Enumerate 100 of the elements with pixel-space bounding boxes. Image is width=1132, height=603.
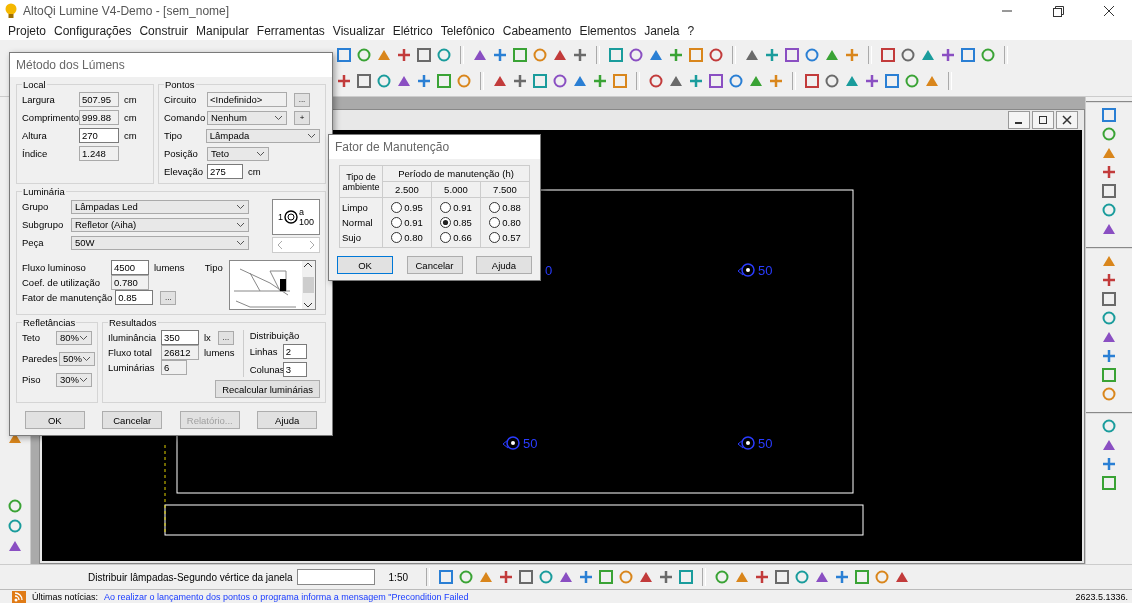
tool-icon[interactable] xyxy=(552,73,568,89)
tool-icon[interactable] xyxy=(900,47,916,63)
tool-icon[interactable] xyxy=(356,73,372,89)
tool-icon[interactable] xyxy=(884,73,900,89)
tool-icon[interactable] xyxy=(1101,418,1117,434)
tool-icon[interactable] xyxy=(728,73,744,89)
tool-icon[interactable] xyxy=(768,73,784,89)
text-field[interactable]: 275 xyxy=(207,164,243,179)
tool-icon[interactable] xyxy=(1101,386,1117,402)
tool-icon[interactable] xyxy=(940,47,956,63)
tool-icon[interactable] xyxy=(1101,202,1117,218)
rss-icon[interactable] xyxy=(12,590,26,603)
tool-icon[interactable] xyxy=(1101,126,1117,142)
minimize-icon[interactable] xyxy=(1008,111,1030,129)
tool-icon[interactable] xyxy=(436,73,452,89)
dialog-button[interactable]: Ajuda xyxy=(476,256,532,274)
tool-icon[interactable] xyxy=(714,569,731,585)
tool-icon[interactable] xyxy=(592,73,608,89)
command-input[interactable] xyxy=(296,569,375,585)
radio-option[interactable]: 0.95 xyxy=(385,200,429,215)
tool-icon[interactable] xyxy=(336,47,352,63)
menu-item[interactable]: Visualizar xyxy=(328,24,389,38)
tool-icon[interactable] xyxy=(688,73,704,89)
radio-button[interactable] xyxy=(489,217,501,228)
text-field[interactable]: 350 xyxy=(161,330,199,345)
dialog-button[interactable]: OK xyxy=(337,256,393,274)
tool-icon[interactable] xyxy=(784,47,800,63)
menu-item[interactable]: Projeto xyxy=(4,24,51,38)
maximize-icon[interactable] xyxy=(1032,111,1054,129)
menu-item[interactable]: Janela xyxy=(640,24,684,38)
tool-icon[interactable] xyxy=(874,569,891,585)
tool-icon[interactable] xyxy=(688,47,704,63)
tool-icon[interactable] xyxy=(708,73,724,89)
tool-icon[interactable] xyxy=(612,73,628,89)
tool-icon[interactable] xyxy=(628,47,644,63)
scrollbar[interactable] xyxy=(301,261,315,309)
tool-icon[interactable] xyxy=(1101,107,1117,123)
menu-item[interactable]: Elementos xyxy=(575,24,641,38)
dialog-button[interactable]: OK xyxy=(24,411,85,429)
text-field[interactable]: <Indefinido> xyxy=(207,92,287,107)
radio-option[interactable]: 0.57 xyxy=(483,230,527,245)
radio-button[interactable] xyxy=(489,232,501,243)
tool-icon[interactable] xyxy=(824,73,840,89)
tool-icon[interactable] xyxy=(336,73,352,89)
radio-button[interactable] xyxy=(489,202,501,213)
radio-button[interactable] xyxy=(440,232,452,243)
tool-icon[interactable] xyxy=(1101,164,1117,180)
menu-item[interactable]: Elétrico xyxy=(388,24,437,38)
menu-item[interactable]: Construir xyxy=(135,24,193,38)
add-button[interactable]: + xyxy=(294,110,310,125)
radio-option[interactable]: 0.85 xyxy=(434,215,478,230)
tool-icon[interactable] xyxy=(436,47,452,63)
text-field[interactable]: 26812 xyxy=(161,345,199,360)
tool-icon[interactable] xyxy=(1101,291,1117,307)
tool-icon[interactable] xyxy=(7,498,23,515)
text-field[interactable]: 0.85 xyxy=(115,290,154,305)
text-field[interactable]: 6 xyxy=(161,360,187,375)
tool-icon[interactable] xyxy=(854,569,871,585)
text-field[interactable]: 270 xyxy=(79,128,119,143)
tool-icon[interactable] xyxy=(1101,348,1117,364)
tool-icon[interactable] xyxy=(1101,475,1117,491)
text-field[interactable]: 0.780 xyxy=(111,275,149,290)
menu-item[interactable]: Telefônico xyxy=(436,24,499,38)
tool-icon[interactable] xyxy=(980,47,996,63)
tool-icon[interactable] xyxy=(518,569,535,585)
menu-item[interactable]: ? xyxy=(683,24,699,38)
radio-option[interactable]: 0.91 xyxy=(434,200,478,215)
tool-icon[interactable] xyxy=(1101,367,1117,383)
dialog-button[interactable]: Cancelar xyxy=(102,411,163,429)
tool-icon[interactable] xyxy=(532,73,548,89)
tool-icon[interactable] xyxy=(764,47,780,63)
recalculate-button[interactable]: Recalcular luminárias xyxy=(215,380,320,398)
text-field[interactable]: 3 xyxy=(282,362,307,377)
tool-icon[interactable] xyxy=(512,73,528,89)
tool-icon[interactable] xyxy=(658,569,675,585)
menu-item[interactable]: Ferramentas xyxy=(252,24,329,38)
radio-option[interactable]: 0.88 xyxy=(483,200,527,215)
tool-icon[interactable] xyxy=(1101,310,1117,326)
tool-icon[interactable] xyxy=(416,47,432,63)
browse-button[interactable]: ... xyxy=(217,330,234,345)
tool-icon[interactable] xyxy=(904,73,920,89)
text-field[interactable]: 2 xyxy=(282,344,307,359)
dropdown[interactable]: 80% xyxy=(56,330,92,345)
dropdown[interactable]: Nenhum xyxy=(207,110,287,125)
tool-icon[interactable] xyxy=(376,73,392,89)
tool-icon[interactable] xyxy=(1101,456,1117,472)
close-icon[interactable] xyxy=(1056,111,1078,129)
tool-icon[interactable] xyxy=(7,518,23,535)
news-link[interactable]: Ao realizar o lançamento dos pontos o programa informa a mensagem "Precondition Failed xyxy=(104,591,469,602)
menu-item[interactable]: Configurações xyxy=(50,24,136,38)
dropdown[interactable]: Refletor (Aiha) xyxy=(71,217,249,232)
tool-icon[interactable] xyxy=(754,569,771,585)
text-field[interactable]: 4500 xyxy=(111,260,149,275)
radio-button[interactable] xyxy=(440,202,452,213)
radio-option[interactable]: 0.91 xyxy=(385,215,429,230)
dropdown[interactable]: Lâmpadas Led xyxy=(71,199,249,214)
tool-icon[interactable] xyxy=(512,47,528,63)
dropdown[interactable]: 50W xyxy=(71,235,249,250)
radio-button[interactable] xyxy=(391,232,403,243)
tool-icon[interactable] xyxy=(572,47,588,63)
